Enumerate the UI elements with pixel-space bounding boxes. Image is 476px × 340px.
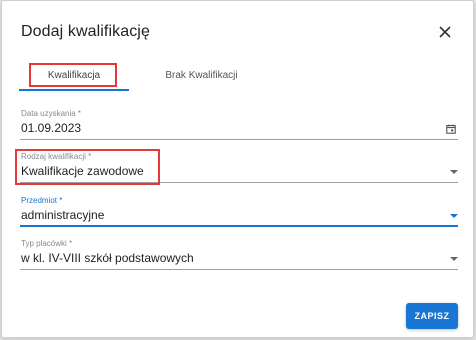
tab-bar: Kwalifikacja Brak Kwalifikacji: [19, 61, 459, 91]
chevron-down-icon[interactable]: [450, 257, 458, 261]
qualification-highlight-box: [15, 149, 160, 185]
date-field-underline: [20, 139, 458, 140]
facility-type-select[interactable]: Typ placówki * w kl. IV-VIII szkół podst…: [20, 239, 458, 270]
facility-type-underline: [20, 269, 458, 270]
close-icon[interactable]: [436, 23, 454, 41]
tab-highlight-box: [29, 63, 117, 87]
save-button[interactable]: ZAPISZ: [406, 303, 458, 329]
facility-type-value[interactable]: w kl. IV-VIII szkół podstawowych: [21, 251, 194, 265]
subject-select[interactable]: Przedmiot * administracyjne: [20, 196, 458, 227]
date-field-label: Data uzyskania *: [21, 109, 82, 118]
add-qualification-dialog: Dodaj kwalifikację Kwalifikacja Brak Kwa…: [1, 0, 474, 338]
tab-label: Brak Kwalifikacji: [165, 69, 238, 81]
tab-brak-kwalifikacji[interactable]: Brak Kwalifikacji: [139, 61, 264, 89]
date-field-value[interactable]: 01.09.2023: [21, 121, 81, 135]
chevron-down-icon[interactable]: [450, 170, 458, 174]
chevron-down-icon[interactable]: [450, 214, 458, 218]
subject-label: Przedmiot *: [21, 196, 63, 205]
dialog-title: Dodaj kwalifikację: [21, 23, 150, 40]
facility-type-label: Typ placówki *: [21, 239, 73, 248]
date-field[interactable]: Data uzyskania * 01.09.2023: [20, 109, 458, 140]
calendar-icon[interactable]: [446, 124, 456, 134]
subject-underline: [20, 225, 458, 227]
active-tab-indicator: [19, 89, 129, 91]
subject-value[interactable]: administracyjne: [21, 208, 104, 222]
